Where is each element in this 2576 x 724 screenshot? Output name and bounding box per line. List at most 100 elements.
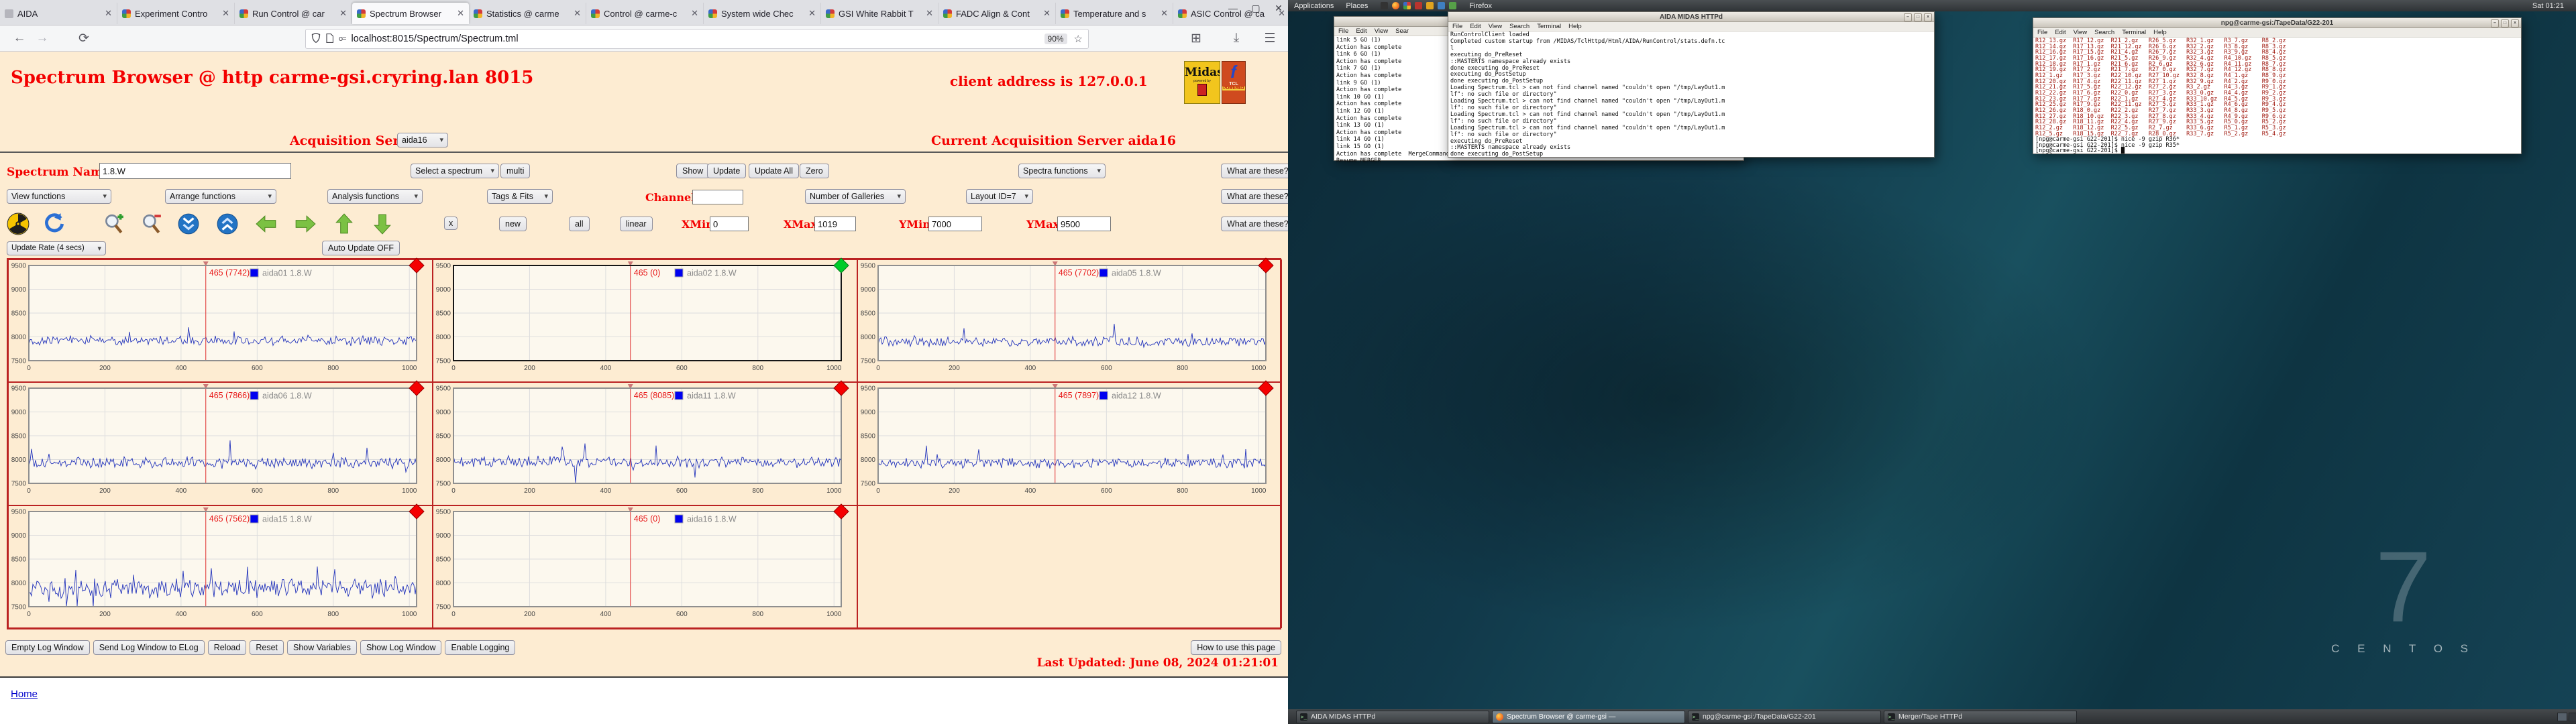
spectrum-panel-aida02[interactable]: 0200400600800100095009000850080007500465… — [433, 259, 857, 382]
menu-item-help[interactable]: Help — [2153, 29, 2167, 36]
acquisition-server-select[interactable]: aida16▾ — [397, 133, 448, 147]
workspace-pager[interactable] — [2557, 713, 2576, 721]
menu-item-view[interactable]: View — [1375, 27, 1388, 35]
reload-icon[interactable]: ⟳ — [72, 31, 95, 46]
npg-tapedata-terminal-window[interactable]: npg@carme-gsi:/TapeData/G22-201 –□× File… — [2033, 17, 2522, 154]
npg-terminal-titlebar[interactable]: npg@carme-gsi:/TapeData/G22-201 –□× — [2033, 18, 2521, 28]
log-button-5[interactable]: Show Variables — [287, 640, 357, 655]
taskbar-item-2[interactable]: Spectrum Browser @ carme-gsi — — [1492, 711, 1685, 723]
browser-tab-10[interactable]: Temperature and s✕ — [1056, 3, 1173, 24]
linear-button[interactable]: linear — [620, 217, 653, 231]
menu-item-terminal[interactable]: Terminal — [2122, 29, 2146, 36]
bookmark-star-icon[interactable]: ☆ — [1074, 33, 1083, 45]
tab-close-icon[interactable]: ✕ — [574, 8, 581, 19]
minimize-icon[interactable]: – — [1904, 13, 1912, 21]
log-button-4[interactable]: Reset — [250, 640, 284, 655]
app-launcher-icon-4[interactable] — [1438, 2, 1445, 9]
menu-item-file[interactable]: File — [1338, 27, 1348, 35]
what-are-these-button-1[interactable]: What are these? — [1221, 164, 1295, 178]
arrange-functions-dropdown[interactable]: Arrange functions▾ — [165, 189, 276, 204]
browser-tab-9[interactable]: FADC Align & Cont✕ — [938, 3, 1056, 24]
browser-tab-6[interactable]: Control @ carme-c✕ — [586, 3, 704, 24]
layout-id-dropdown[interactable]: Layout ID=7▾ — [966, 189, 1033, 204]
menu-item-edit[interactable]: Edit — [1470, 23, 1481, 30]
menu-item-terminal[interactable]: Terminal — [1537, 23, 1561, 30]
hamburger-menu-icon[interactable]: ☰ — [1258, 31, 1281, 46]
zoom-level-badge[interactable]: 90% — [1044, 34, 1067, 44]
minimize-icon[interactable]: – — [2491, 19, 2499, 27]
maximize-icon[interactable]: □ — [2501, 19, 2509, 27]
menu-item-edit[interactable]: Edit — [1356, 27, 1366, 35]
tab-close-icon[interactable]: ✕ — [339, 8, 347, 19]
close-icon[interactable]: × — [2511, 19, 2519, 27]
back-icon[interactable]: ← — [8, 31, 31, 46]
menu-item-view[interactable]: View — [1489, 23, 1502, 30]
log-button-7[interactable]: Enable Logging — [445, 640, 515, 655]
app-launcher-icon-1[interactable] — [1403, 2, 1411, 9]
zoom-out-icon[interactable] — [140, 213, 162, 235]
tab-close-icon[interactable]: ✕ — [691, 8, 698, 19]
menu-item-search[interactable]: Search — [2094, 29, 2114, 36]
analysis-functions-dropdown[interactable]: Analysis functions▾ — [327, 189, 423, 204]
spectrum-name-input[interactable] — [99, 163, 291, 179]
tab-close-icon[interactable]: ✕ — [808, 8, 816, 19]
library-icon[interactable]: ⊞ — [1185, 31, 1208, 46]
midas-logo[interactable]: Midas powered by — [1184, 61, 1220, 104]
what-are-these-button-3[interactable]: What are these? — [1221, 217, 1295, 231]
downloads-icon[interactable]: ⤓ — [1225, 31, 1248, 46]
menu-item-help[interactable]: Help — [1568, 23, 1582, 30]
number-of-galleries-dropdown[interactable]: Number of Galleries▾ — [805, 189, 906, 204]
expand-y-icon[interactable] — [216, 213, 239, 235]
how-to-use-button[interactable]: How to use this page — [1191, 640, 1281, 655]
zero-button[interactable]: Zero — [800, 164, 829, 178]
menu-item-search[interactable]: Search — [1509, 23, 1529, 30]
view-functions-dropdown[interactable]: View functions▾ — [7, 189, 111, 204]
spectrum-panel-aida12[interactable]: 0200400600800100095009000850080007500465… — [857, 382, 1282, 505]
tab-close-icon[interactable]: ✕ — [222, 8, 229, 19]
home-link[interactable]: Home — [11, 688, 38, 700]
focused-app-label[interactable]: Firefox — [1469, 2, 1492, 10]
menu-item-sear[interactable]: Sear — [1395, 27, 1409, 35]
midas-terminal-titlebar[interactable]: AIDA MIDAS HTTPd –□× — [1448, 12, 1934, 22]
menu-item-edit[interactable]: Edit — [2055, 29, 2065, 36]
tcl-powered-logo[interactable]: 𝒇 TCL POWERED — [1222, 61, 1246, 104]
maximize-icon[interactable]: □ — [1914, 13, 1922, 21]
pan-left-icon[interactable] — [255, 213, 278, 235]
spectrum-panel-aida05[interactable]: 0200400600800100095009000850080007500465… — [857, 259, 1282, 382]
menu-item-file[interactable]: File — [1452, 23, 1462, 30]
tab-close-icon[interactable]: ✕ — [457, 8, 464, 19]
all-button[interactable]: all — [569, 217, 590, 231]
multi-button[interactable]: multi — [500, 164, 530, 178]
log-button-1[interactable]: Empty Log Window — [5, 640, 90, 655]
reader-mode-icon[interactable]: o= — [339, 35, 346, 43]
taskbar-item-3[interactable]: >_npg@carme-gsi:/TapeData/G22-201 — [1688, 711, 1881, 723]
refresh-icon[interactable] — [43, 213, 66, 235]
update-button[interactable]: Update — [707, 164, 746, 178]
what-are-these-button-2[interactable]: What are these? — [1221, 189, 1295, 204]
browser-tab-2[interactable]: Experiment Contro✕ — [117, 3, 235, 24]
browser-tab-3[interactable]: Run Control @ car✕ — [235, 3, 352, 24]
shield-icon[interactable] — [311, 33, 321, 45]
tab-close-icon[interactable]: ✕ — [1161, 8, 1168, 19]
terminal-launcher-icon[interactable] — [1381, 2, 1388, 9]
tab-close-icon[interactable]: ✕ — [926, 8, 933, 19]
spectrum-panel-aida01[interactable]: 0200400600800100095009000850080007500465… — [8, 259, 433, 382]
panel-clock[interactable]: Sat 01:21 — [2532, 2, 2564, 10]
spectrum-panel-aida06[interactable]: 0200400600800100095009000850080007500465… — [8, 382, 433, 505]
ymax-input[interactable] — [1057, 217, 1111, 231]
close-icon[interactable]: × — [1924, 13, 1932, 21]
app-launcher-icon-5[interactable] — [1449, 2, 1456, 9]
taskbar-item-1[interactable]: >_AIDA MIDAS HTTPd — [1296, 711, 1489, 723]
midas-httpd-terminal-window[interactable]: AIDA MIDAS HTTPd –□× File Edit View Search T… — [1448, 11, 1935, 158]
close-icon[interactable]: ✕ — [1273, 3, 1284, 14]
minimize-icon[interactable]: — — [1228, 3, 1238, 14]
pan-down-icon[interactable] — [371, 213, 394, 235]
log-button-2[interactable]: Send Log Window to ELog — [93, 640, 205, 655]
taskbar-item-4[interactable]: >_Merger/Tape HTTPd — [1884, 711, 2077, 723]
page-info-icon[interactable] — [326, 34, 333, 45]
browser-tab-1[interactable]: AIDA✕ — [0, 3, 117, 24]
collapse-y-icon[interactable] — [177, 213, 200, 235]
firefox-launcher-icon[interactable] — [1392, 2, 1399, 9]
xmax-input[interactable] — [814, 217, 856, 231]
show-button[interactable]: Show — [676, 164, 709, 178]
